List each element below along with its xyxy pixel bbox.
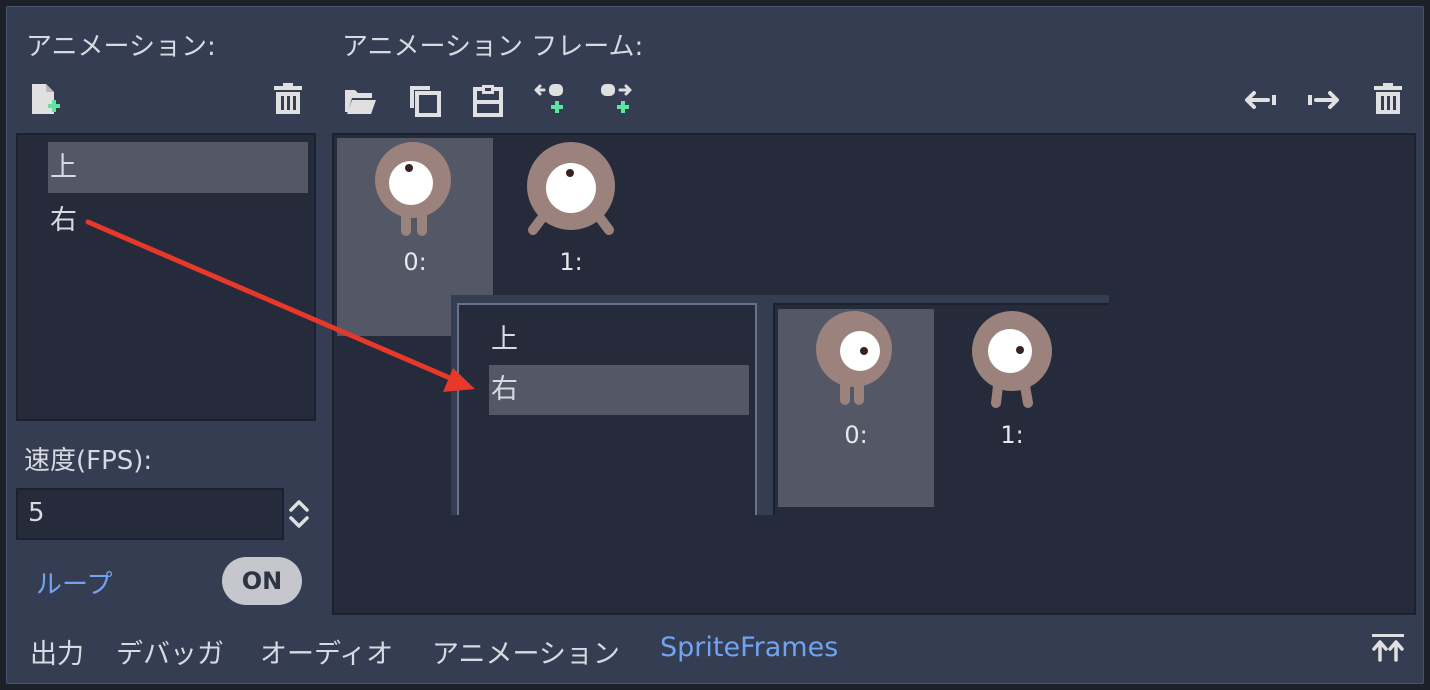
tab-output[interactable]: 出力: [30, 632, 84, 671]
frames-title: アニメーション フレーム:: [342, 32, 644, 62]
sprite-thumbnail: [816, 311, 892, 405]
sprite-thumbnail: [375, 142, 451, 236]
delete-animation-icon[interactable]: [268, 80, 308, 120]
sprite-thumbnail: [972, 311, 1052, 408]
paste-icon[interactable]: [468, 80, 508, 120]
animations-title: アニメーション:: [26, 32, 216, 62]
inset-frame-cell-0: 0:: [778, 309, 934, 507]
tab-spriteframes[interactable]: SpriteFrames: [660, 632, 838, 663]
inset-animation-item-right: 右: [489, 365, 749, 415]
frame-caption-0: 0:: [403, 248, 427, 276]
inset-frame-cell-1: 1:: [934, 309, 1090, 507]
tab-audio[interactable]: オーディオ: [260, 632, 393, 671]
spriteframes-editor: アニメーション: 上 右 速度(FPS): 5 ループ ON アニメーション フ…: [0, 0, 1430, 690]
spin-updown-icon[interactable]: [284, 494, 314, 534]
new-animation-icon[interactable]: [26, 80, 66, 120]
inset-frame-caption-0: 0:: [844, 421, 868, 449]
speed-value: 5: [28, 498, 45, 528]
expand-panel-icon[interactable]: [1368, 628, 1408, 668]
tab-animation[interactable]: アニメーション: [432, 632, 620, 671]
open-folder-icon[interactable]: [340, 80, 380, 120]
loop-toggle[interactable]: ON: [222, 557, 302, 605]
tab-debugger[interactable]: デバッガ: [116, 632, 224, 671]
animation-item-up[interactable]: 上: [48, 142, 308, 193]
move-right-icon[interactable]: [1304, 80, 1344, 120]
animation-list[interactable]: 上 右: [16, 133, 316, 421]
inset-animation-list: 上 右: [457, 303, 757, 515]
inset-preview: 上 右 0: 1:: [451, 295, 1109, 515]
copy-icon[interactable]: [404, 80, 444, 120]
move-left-icon[interactable]: [1240, 80, 1280, 120]
speed-input[interactable]: 5: [16, 488, 284, 540]
speed-label: 速度(FPS):: [24, 446, 153, 476]
inset-frames-grid: 0: 1:: [773, 303, 1109, 515]
sprite-thumbnail: [527, 142, 615, 235]
animation-item-right[interactable]: 右: [48, 195, 308, 246]
delete-frame-icon[interactable]: [1368, 80, 1408, 120]
inset-frame-caption-1: 1:: [1000, 421, 1024, 449]
inset-animation-item-up: 上: [491, 324, 518, 355]
insert-before-icon[interactable]: [532, 80, 572, 120]
frame-caption-1: 1:: [559, 248, 583, 276]
loop-label: ループ: [36, 570, 113, 600]
insert-after-icon[interactable]: [596, 80, 636, 120]
